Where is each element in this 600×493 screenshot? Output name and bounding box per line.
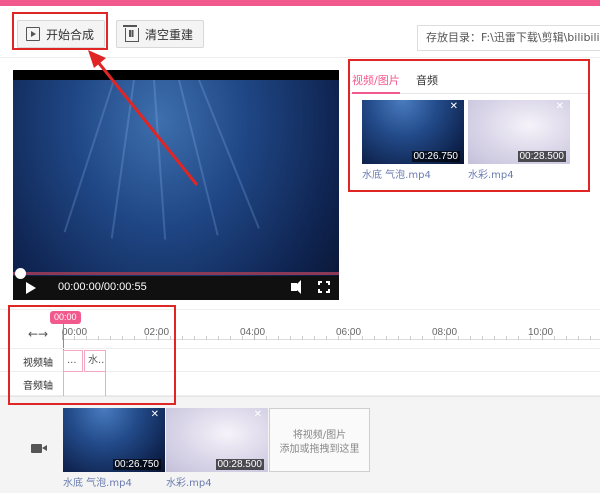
ruler-tick: [410, 336, 411, 340]
ruler-tick: [518, 336, 519, 340]
ruler-tick-label: 04:00: [240, 327, 266, 338]
playback-time: 00:00:00/00:00:55: [58, 281, 147, 293]
drop-zone-line2: 添加或拖拽到这里: [279, 444, 360, 455]
annotation-box-timeline: [8, 305, 176, 405]
ruler-tick: [266, 336, 267, 340]
progress-knob[interactable]: [15, 268, 26, 279]
ruler-tick: [314, 336, 315, 340]
ruler-tick-label: 06:00: [336, 327, 362, 338]
playback-progress-bar[interactable]: [13, 272, 339, 275]
clip-duration: 00:28.500: [215, 459, 264, 470]
ruler-tick: [302, 336, 303, 340]
save-path-field[interactable]: 存放目录：F:\迅雷下载\剪辑\bilibili: [417, 25, 600, 51]
ruler-tick: [506, 336, 507, 340]
ruler-tick: [398, 336, 399, 340]
ruler-tick: [290, 336, 291, 340]
clip-duration: 00:26.750: [112, 459, 161, 470]
ruler-tick: [470, 336, 471, 340]
annotation-box-media: [348, 59, 590, 192]
ruler-tick: [590, 336, 591, 340]
ruler-tick-label: 10:00: [528, 327, 554, 338]
ruler-tick: [482, 336, 483, 340]
video-player[interactable]: [13, 70, 339, 300]
ruler-tick: [422, 336, 423, 340]
volume-icon[interactable]: [291, 280, 301, 294]
ruler-tick: [182, 336, 183, 340]
ruler-tick-label: 08:00: [432, 327, 458, 338]
ruler-tick: [374, 336, 375, 340]
ruler-tick: [362, 336, 363, 340]
clip-name: 水彩.mp4: [166, 478, 212, 489]
annotation-box-start: [12, 12, 108, 50]
close-icon[interactable]: ✕: [254, 409, 262, 420]
ruler-tick: [554, 336, 555, 340]
ruler-tick: [326, 336, 327, 340]
ruler-tick: [194, 336, 195, 340]
ruler-tick: [578, 336, 579, 340]
strip-clip-water-bubbles[interactable]: ✕ 00:26.750: [63, 408, 165, 472]
ruler-tick: [230, 336, 231, 340]
video-camera-icon: [31, 444, 47, 453]
ruler-tick: [278, 336, 279, 340]
video-frame: [13, 79, 339, 300]
clear-rebuild-button[interactable]: 清空重建: [116, 20, 204, 48]
clear-rebuild-label: 清空重建: [145, 27, 194, 42]
clip-name: 水底 气泡.mp4: [63, 478, 132, 489]
trash-icon: [123, 25, 139, 42]
close-icon[interactable]: ✕: [151, 409, 159, 420]
fullscreen-icon[interactable]: [318, 281, 330, 293]
ruler-tick: [566, 336, 567, 340]
ruler-tick: [206, 336, 207, 340]
strip-clip-watercolor[interactable]: ✕ 00:28.500: [166, 408, 268, 472]
add-media-drop-zone[interactable]: 将视频/图片 添加或拖拽到这里: [269, 408, 370, 472]
drop-zone-line1: 将视频/图片: [292, 430, 347, 441]
ruler-tick: [494, 336, 495, 340]
ruler-tick: [218, 336, 219, 340]
ruler-tick: [458, 336, 459, 340]
play-icon[interactable]: [26, 282, 36, 294]
ruler-tick: [386, 336, 387, 340]
